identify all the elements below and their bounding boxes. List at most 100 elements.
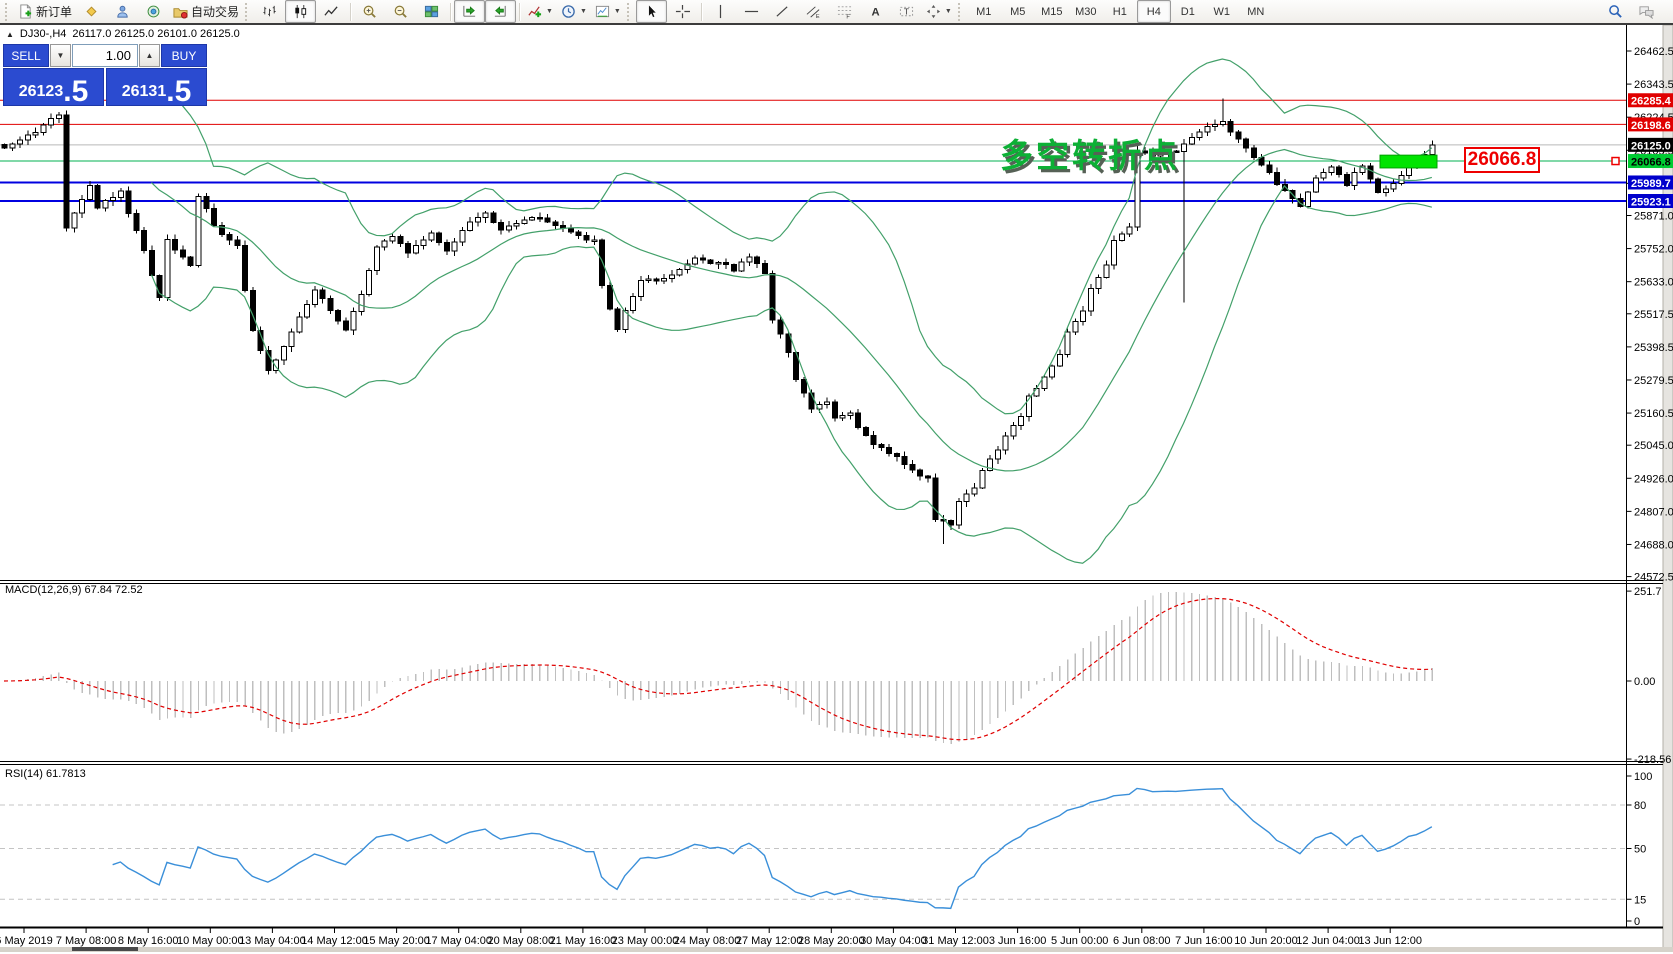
- timeframe-button-M30[interactable]: M30: [1069, 0, 1103, 23]
- timeframe-button-M15[interactable]: M15: [1035, 0, 1069, 23]
- autotrading-button[interactable]: 自动交易: [169, 0, 243, 23]
- cursor-button[interactable]: [636, 0, 667, 23]
- candle-body: [506, 226, 511, 230]
- volume-down-button[interactable]: ▼: [50, 44, 71, 67]
- time-axis[interactable]: 6 May 20197 May 08:008 May 16:0010 May 0…: [0, 928, 1422, 947]
- arrows-tool-button[interactable]: ▼: [922, 0, 956, 23]
- axis-tick-label: 21 May 16:00: [550, 935, 617, 947]
- candle-body: [654, 279, 659, 281]
- bollinger-upper-band[interactable]: [151, 59, 1431, 414]
- chart-annotation-text[interactable]: 多空转折点: [1000, 129, 1180, 177]
- candle-body: [902, 457, 907, 465]
- add-indicator-button[interactable]: ▼: [523, 0, 557, 23]
- candle-body: [320, 290, 325, 298]
- candle-body: [49, 118, 54, 124]
- candle-body: [693, 258, 698, 264]
- timeframe-button-M5[interactable]: M5: [1001, 0, 1035, 23]
- chat-button[interactable]: [1631, 0, 1662, 23]
- axis-tick-label: 24572.5: [1634, 572, 1673, 584]
- search-button[interactable]: [1600, 0, 1631, 23]
- candle-body: [910, 464, 915, 470]
- toolbar-grip: [245, 3, 250, 21]
- profile-button[interactable]: [107, 0, 138, 23]
- text-tool-button[interactable]: A: [860, 0, 891, 23]
- symbol-info[interactable]: ▲ DJ30-,H4 26117.0 26125.0 26101.0 26125…: [6, 28, 240, 40]
- sell-price-tile[interactable]: 26123 .5: [3, 68, 104, 106]
- one-click-trading-panel: SELL ▼ ▲ BUY 26123 .5 26131 .5: [3, 44, 207, 106]
- tile-windows-button[interactable]: [416, 0, 447, 23]
- template-icon: [595, 4, 610, 19]
- crosshair-button[interactable]: [667, 0, 698, 23]
- trendline-icon: [775, 4, 790, 19]
- rsi-axis[interactable]: 1008050150: [1627, 771, 1653, 928]
- price-level-label: 25923.1: [1631, 197, 1671, 209]
- timeframe-button-H4[interactable]: H4: [1137, 0, 1171, 23]
- candle-body: [1306, 192, 1311, 207]
- price-chart[interactable]: 26462.526343.526224.526105.525986.525871…: [0, 25, 1673, 952]
- chart-shift-button[interactable]: [485, 0, 516, 23]
- axis-tick-label: 6 May 2019: [0, 935, 53, 947]
- candle-body: [235, 240, 240, 246]
- signals-button[interactable]: [138, 0, 169, 23]
- highlight-rectangle[interactable]: [1380, 155, 1437, 168]
- candlestick-chart-button[interactable]: [285, 0, 316, 23]
- volume-input[interactable]: [72, 44, 138, 67]
- price-callout-label[interactable]: 26066.8: [1464, 147, 1540, 173]
- zoom-in-button[interactable]: [354, 0, 385, 23]
- axis-tick-label: 24 May 08:00: [674, 935, 741, 947]
- bollinger-middle-band[interactable]: [151, 149, 1431, 470]
- axis-tick-label: 7 May 08:00: [56, 935, 117, 947]
- sell-button[interactable]: SELL: [3, 44, 49, 67]
- axis-tick-label: 25279.5: [1634, 375, 1673, 387]
- trendline-button[interactable]: [767, 0, 798, 23]
- text-label-button[interactable]: T: [891, 0, 922, 23]
- candle-body: [600, 240, 605, 285]
- auto-scroll-button[interactable]: [454, 0, 485, 23]
- line-chart-button[interactable]: [316, 0, 347, 23]
- new-order-button[interactable]: 新订单: [14, 0, 76, 23]
- candle-body: [739, 262, 744, 271]
- candle-body: [499, 222, 504, 230]
- candle-body: [933, 478, 938, 520]
- candle-body: [887, 447, 892, 453]
- timeframe-button-D1[interactable]: D1: [1171, 0, 1205, 23]
- svg-text:T: T: [904, 6, 909, 16]
- volume-up-button[interactable]: ▲: [139, 44, 160, 67]
- market-button[interactable]: [76, 0, 107, 23]
- channel-button[interactable]: E: [798, 0, 829, 23]
- callout-anchor-square[interactable]: [1612, 158, 1619, 165]
- candle-body: [1127, 227, 1132, 234]
- candle-body: [18, 140, 23, 144]
- candle-body: [537, 217, 542, 219]
- horizontal-line-button[interactable]: [736, 0, 767, 23]
- templates-button[interactable]: ▼: [591, 0, 625, 23]
- candle-body: [584, 236, 589, 241]
- chart-window[interactable]: 26462.526343.526224.526105.525986.525871…: [0, 25, 1673, 952]
- timeframe-button-H1[interactable]: H1: [1103, 0, 1137, 23]
- bottom-scrollbar[interactable]: [0, 947, 1673, 952]
- candlestick-chart-icon: [293, 4, 308, 19]
- fibonacci-button[interactable]: F: [829, 0, 860, 23]
- zoom-out-button[interactable]: [385, 0, 416, 23]
- candle-body: [212, 209, 217, 226]
- vertical-line-button[interactable]: [705, 0, 736, 23]
- candle-body: [778, 320, 783, 334]
- candle-body: [918, 470, 923, 476]
- candle-body: [367, 271, 372, 295]
- timeframe-button-MN[interactable]: MN: [1239, 0, 1273, 23]
- buy-price-tile[interactable]: 26131 .5: [106, 68, 207, 106]
- timeframe-button-W1[interactable]: W1: [1205, 0, 1239, 23]
- buy-button[interactable]: BUY: [161, 44, 207, 67]
- candle-body: [677, 269, 682, 275]
- bar-chart-button[interactable]: [254, 0, 285, 23]
- periods-button[interactable]: ▼: [557, 0, 591, 23]
- text-label-icon: T: [899, 4, 914, 19]
- collapse-triangle-icon[interactable]: ▲: [6, 30, 14, 39]
- bottom-scrollbar-thumb[interactable]: [72, 947, 138, 951]
- toolbar-grip: [627, 3, 632, 21]
- dropdown-caret-icon: ▼: [614, 8, 621, 15]
- candle-body: [429, 233, 434, 240]
- timeframe-button-M1[interactable]: M1: [967, 0, 1001, 23]
- axis-tick-label: 12 Jun 04:00: [1296, 935, 1360, 947]
- bollinger-lower-band[interactable]: [151, 186, 1431, 563]
